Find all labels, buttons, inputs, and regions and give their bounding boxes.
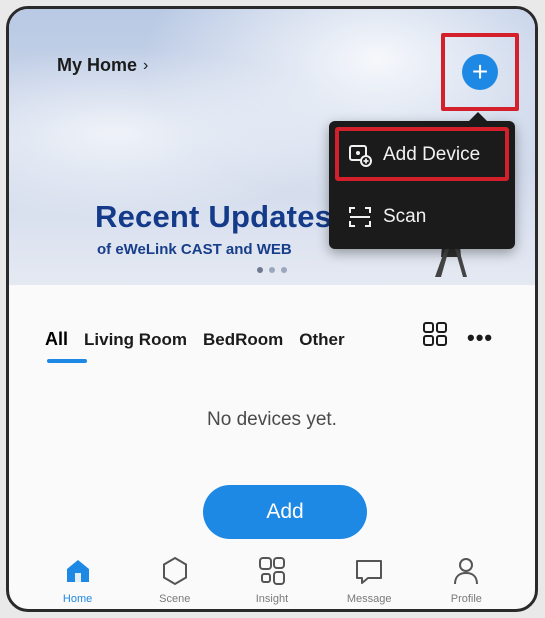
pagination-dot[interactable] <box>257 267 263 273</box>
pagination-dot[interactable] <box>281 267 287 273</box>
home-icon <box>66 560 89 582</box>
active-tab-indicator <box>47 359 87 363</box>
tab-other[interactable]: Other <box>299 330 344 350</box>
pagination-dot[interactable] <box>269 267 275 273</box>
nav-label: Profile <box>450 593 482 605</box>
add-button-highlight: + <box>441 33 519 111</box>
nav-item-scene[interactable]: Scene <box>135 555 215 605</box>
menu-item-scan[interactable]: Scan <box>329 189 515 245</box>
menu-item-label: Scan <box>383 206 427 227</box>
home-title: My Home <box>57 55 138 75</box>
bottom-navigation: Home Scene Insight Message Profile <box>9 549 535 609</box>
plus-icon[interactable]: + <box>462 54 498 90</box>
nav-label: Message <box>346 593 392 605</box>
message-icon <box>356 560 383 584</box>
nav-item-insight[interactable]: Insight <box>232 555 312 605</box>
tab-living-room[interactable]: Living Room <box>84 330 187 350</box>
scan-icon <box>347 204 373 230</box>
add-device-icon <box>347 142 373 168</box>
home-selector[interactable]: My Home › <box>57 55 148 76</box>
room-tabs: All Living Room BedRoom Other <box>45 329 345 350</box>
profile-icon <box>454 558 479 585</box>
banner-pagination <box>257 267 287 273</box>
chevron-right-icon: › <box>143 56 149 74</box>
nav-item-message[interactable]: Message <box>329 555 409 605</box>
grid-view-icon[interactable] <box>422 321 448 347</box>
menu-item-label: Add Device <box>383 144 481 165</box>
banner-title: Recent Updates <box>95 199 333 234</box>
nav-item-profile[interactable]: Profile <box>426 555 506 605</box>
banner-subtitle: of eWeLink CAST and WEB <box>97 241 292 258</box>
add-menu-dropdown: Add Device Scan <box>329 112 515 249</box>
more-options-icon[interactable]: ••• <box>467 325 493 351</box>
tab-bedroom[interactable]: BedRoom <box>203 330 283 350</box>
tab-all[interactable]: All <box>45 329 68 350</box>
empty-state-message: No devices yet. <box>207 409 337 430</box>
phone-screen: My Home › + Recent Updates of eWeLink CA… <box>6 6 538 612</box>
nav-label: Scene <box>159 593 191 605</box>
nav-item-home[interactable]: Home <box>38 555 118 605</box>
nav-label: Insight <box>255 593 289 605</box>
nav-label: Home <box>62 593 93 605</box>
scene-icon <box>162 556 187 586</box>
insight-icon <box>258 557 285 585</box>
add-device-button[interactable]: Add <box>203 485 367 539</box>
menu-item-add-device[interactable]: Add Device <box>329 127 515 183</box>
